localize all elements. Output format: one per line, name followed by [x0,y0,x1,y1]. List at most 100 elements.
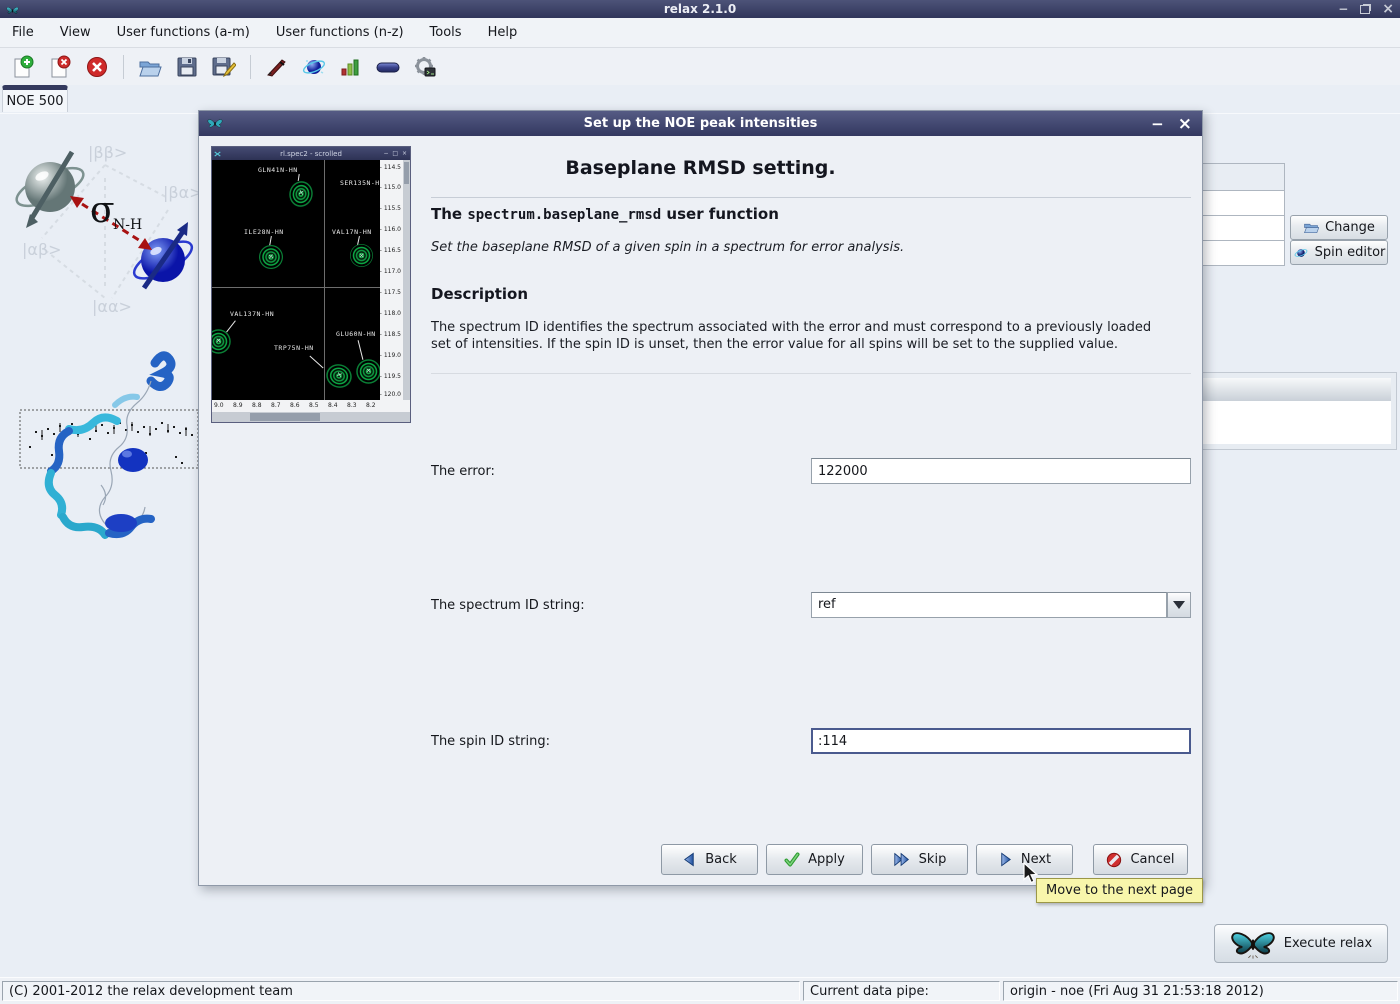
peak-blob [286,178,316,210]
error-input[interactable] [811,458,1191,484]
dialog-minimize-button[interactable]: − [1151,115,1164,133]
description-body: The spectrum ID identifies the spectrum … [431,319,1171,353]
save-as-icon[interactable] [211,54,237,80]
peak-blob [350,244,373,267]
toolbar [0,48,1400,85]
spin-editor-button-label: Spin editor [1315,245,1386,260]
statusbar: (C) 2001-2012 the relax development team… [0,977,1400,1004]
thumbnail-window-controls[interactable]: − □ × [383,150,408,157]
relax-butterfly-icon [6,0,19,19]
hidden-table-panel [1192,372,1397,450]
function-synopsis: Set the baseplane RMSD of a given spin i… [431,240,904,255]
window-close-button[interactable]: × [1382,0,1394,18]
close-analysis-icon[interactable] [47,54,73,80]
hidden-table-body [1198,401,1391,444]
menubar: File View User functions (a-m) User func… [0,18,1400,48]
menu-help[interactable]: Help [488,25,518,40]
peak-label: VAL137N-HN [230,310,274,318]
toolbar-separator [123,55,124,79]
tab-noe-500[interactable]: NOE 500 [2,85,68,112]
spectrum-thumbnail-window: rl.spec2 - scrolled − □ × GLN41N-HN SER1… [211,146,411,423]
results-viewer-icon[interactable] [338,54,364,80]
state-aa-label: |αα> [92,297,132,316]
cancel-icon [1106,852,1122,868]
peak-label: SER135N-HN [340,179,380,187]
back-button-label: Back [705,852,737,867]
exit-icon[interactable] [84,54,110,80]
spin-viewer-icon[interactable] [301,54,327,80]
noe-peak-intensities-dialog: Set up the NOE peak intensities − × rl.s… [198,110,1203,886]
folder-icon [1303,221,1319,234]
state-ab-label: |αβ> [22,240,62,259]
description-heading: Description [431,285,528,303]
back-icon [682,852,697,867]
tab-label: NOE 500 [6,94,63,109]
peak-blob [322,360,356,393]
spectrum-plot: GLN41N-HN SER135N-HN ILE28N-HN VAL17N-HN… [212,160,380,400]
relax-prompt-icon[interactable] [412,54,438,80]
crosshair-vertical [324,160,325,400]
next-icon [998,852,1013,867]
relax-butterfly-icon [207,114,223,133]
menu-user-functions-nz[interactable]: User functions (n-z) [276,25,404,40]
peak-blob [356,359,380,384]
menu-tools[interactable]: Tools [430,25,462,40]
chevron-down-icon [1173,601,1185,609]
thumbnail-icon [214,151,221,157]
cancel-button[interactable]: Cancel [1093,844,1188,875]
dialog-close-button[interactable]: × [1178,114,1192,134]
state-ba-label: |βα> [163,183,200,202]
apply-check-icon [784,852,800,867]
toolbar-separator [250,55,251,79]
sigma-label: σ [90,190,115,231]
peak-label: VAL17N-HN [332,228,372,236]
execute-relax-button[interactable]: Execute relax [1214,924,1388,963]
spin-id-field-label: The spin ID string: [431,734,550,749]
mouse-cursor [1022,862,1040,884]
menu-view[interactable]: View [60,25,91,40]
save-state-icon[interactable] [174,54,200,80]
spectrum-y-axis: 114.5 115.0 115.5 116.0 116.5 117.0 117.… [380,160,403,400]
status-pipe-value: origin - noe (Fri Aug 31 21:53:18 2012) [1003,981,1398,1001]
divider [431,197,1191,198]
cancel-button-label: Cancel [1130,852,1174,867]
combobox-dropdown-button[interactable] [1167,592,1191,618]
hidden-table-header [1198,378,1391,403]
window-minimize-button[interactable]: − [1338,0,1348,18]
relax-main-window: relax 2.1.0 − × File View User functions… [0,0,1400,1004]
menu-file[interactable]: File [12,25,34,40]
thumbnail-vertical-scrollbar[interactable] [403,160,410,400]
molecule-scatter-art [5,335,205,545]
change-button-label: Change [1325,220,1375,235]
change-button[interactable]: Change [1290,215,1388,240]
peak-blob [257,243,284,270]
spin-id-input[interactable] [811,728,1191,754]
error-field-label: The error: [431,464,495,479]
back-button[interactable]: Back [661,844,758,875]
divider [431,373,1191,374]
spectrum-id-combobox[interactable]: ref [811,592,1191,618]
window-restore-button[interactable] [1360,5,1370,14]
data-pipe-editor-icon[interactable] [375,54,401,80]
status-copyright: (C) 2001-2012 the relax development team [2,981,800,1001]
apply-button[interactable]: Apply [766,844,863,875]
window-title: relax 2.1.0 [0,2,1400,16]
crosshair-horizontal [212,287,380,288]
new-analysis-icon[interactable] [10,54,36,80]
open-state-icon[interactable] [137,54,163,80]
skip-button[interactable]: Skip [871,844,968,875]
relax-controller-icon[interactable] [264,54,290,80]
peak-label: ILE28N-HN [244,228,284,236]
menu-user-functions-am[interactable]: User functions (a-m) [117,25,250,40]
spectrum-id-value[interactable]: ref [811,592,1167,618]
spin-editor-button[interactable]: Spin editor [1290,240,1388,265]
apply-button-label: Apply [808,852,845,867]
peak-label: TRP75N-HN [274,344,314,352]
spectrum-id-field-label: The spectrum ID string: [431,598,585,613]
thumbnail-horizontal-scrollbar[interactable] [212,412,410,422]
dialog-title: Set up the NOE peak intensities [199,116,1202,131]
butterfly-icon [1230,929,1276,959]
spectrum-x-axis: 9.0 8.9 8.8 8.7 8.6 8.5 8.4 8.3 8.2 [212,400,380,412]
spin-icon [1293,246,1309,260]
dialog-titlebar: Set up the NOE peak intensities − × [199,111,1202,136]
